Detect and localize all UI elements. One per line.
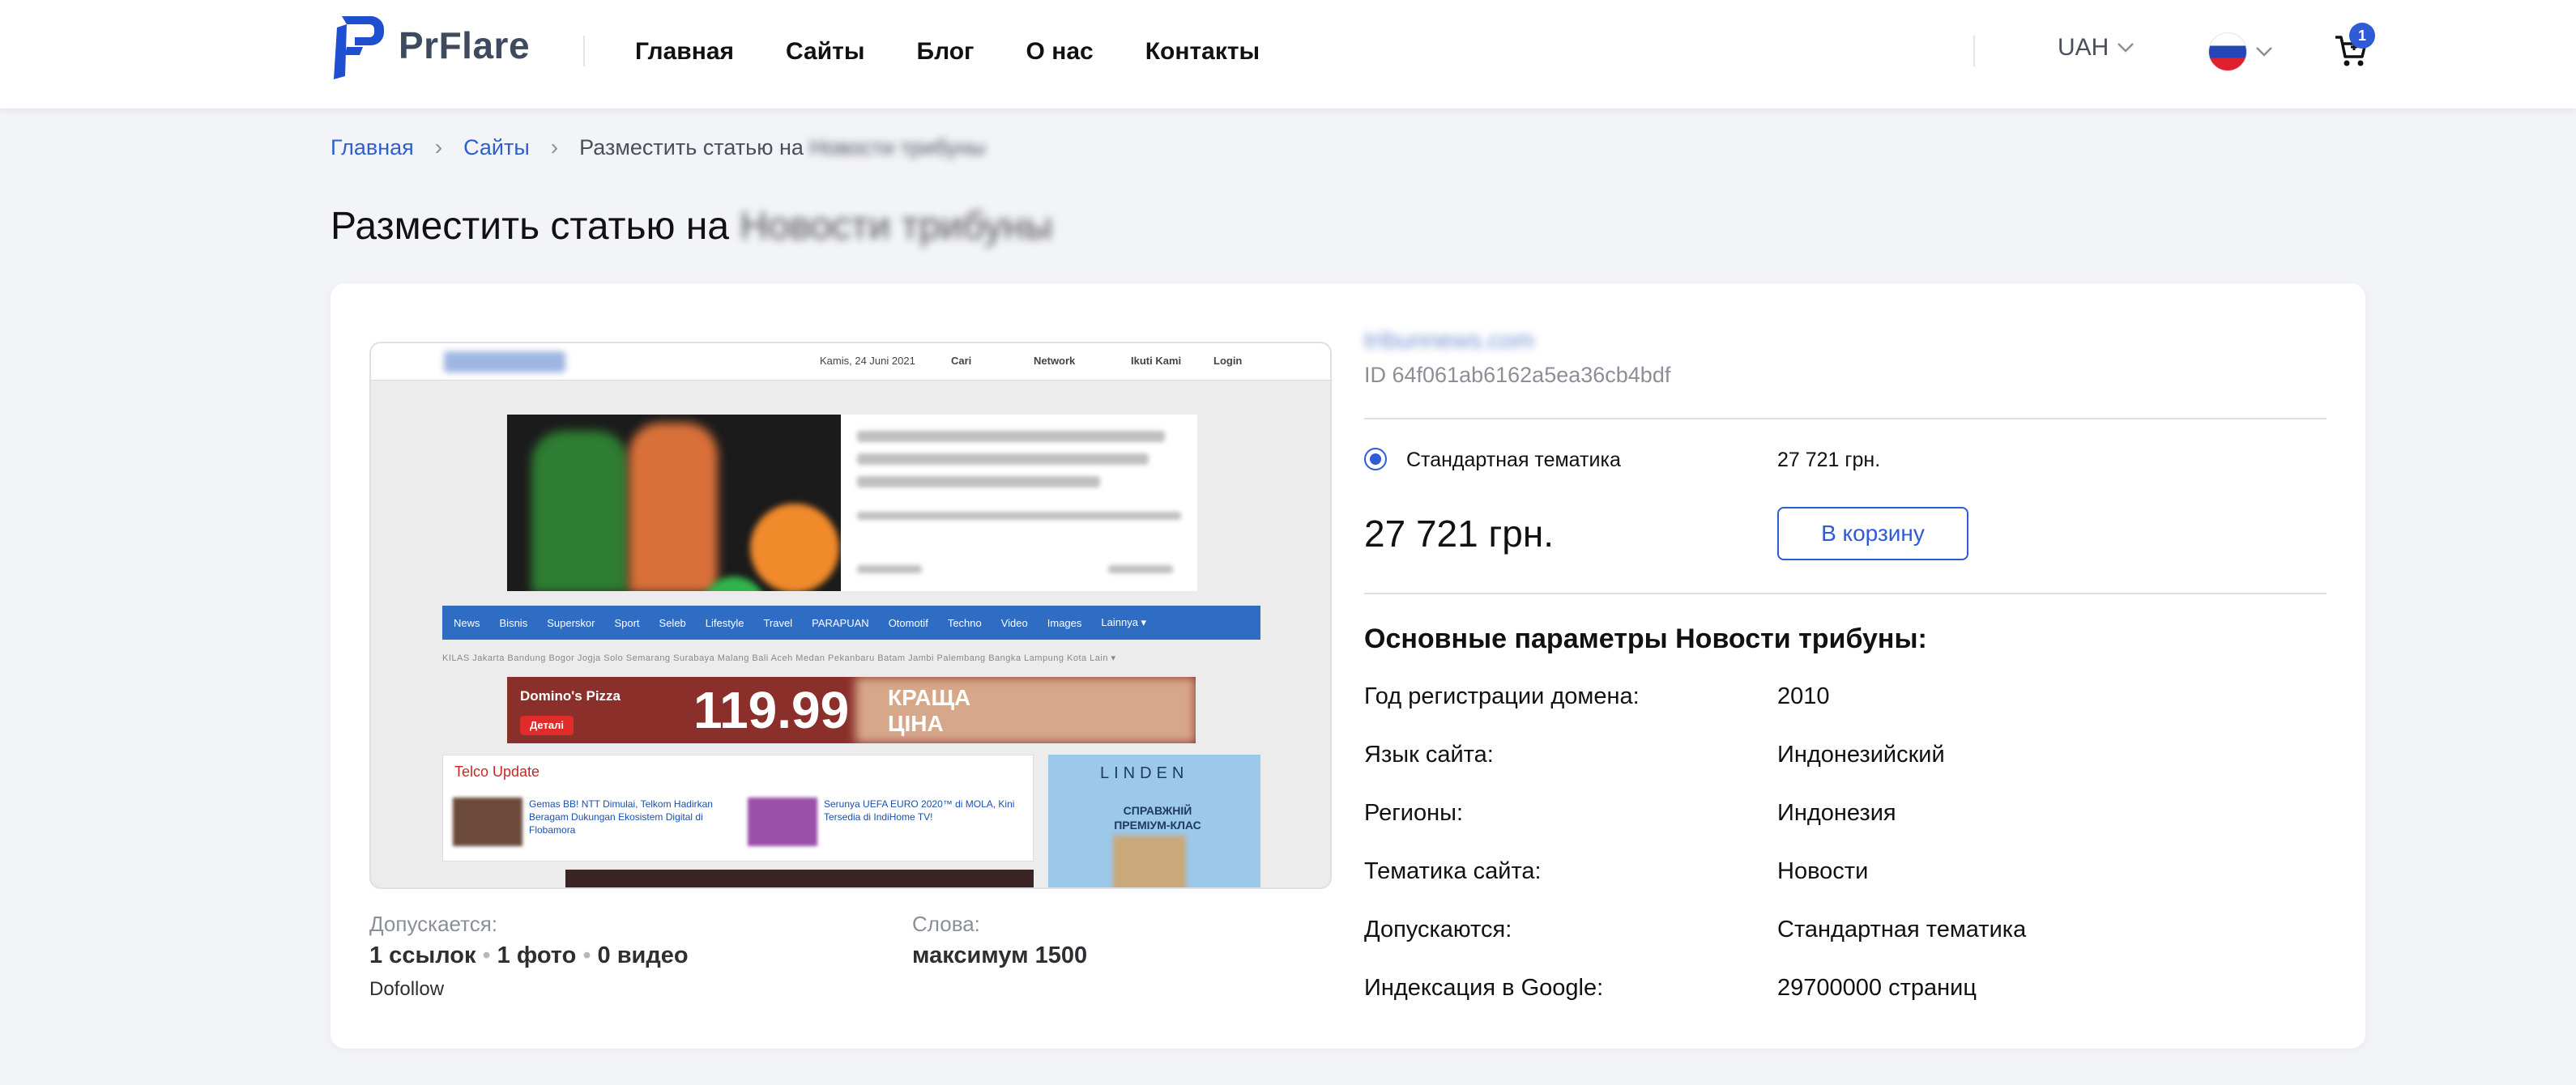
preview-link-network: Network bbox=[1034, 355, 1076, 367]
chevron-down-icon bbox=[2118, 43, 2135, 53]
chevron-down-icon bbox=[2256, 47, 2272, 57]
nav-contacts[interactable]: Контакты bbox=[1145, 36, 1260, 68]
breadcrumb-current-prefix: Разместить статью на bbox=[579, 134, 804, 160]
logo-text: PrFlare bbox=[399, 24, 531, 66]
preview-linden-slogan: СПРАВЖНІЙ ПРЕМІУМ-КЛАС bbox=[1114, 804, 1201, 832]
preview-nav-item: Travel bbox=[763, 616, 793, 629]
preview-date: Kamis, 24 Juni 2021 bbox=[820, 355, 915, 367]
param-value: 2010 bbox=[1777, 683, 1830, 709]
topic-radio[interactable] bbox=[1364, 448, 1387, 470]
nav-home[interactable]: Главная bbox=[635, 36, 734, 68]
param-value: Стандартная тематика bbox=[1777, 917, 2027, 942]
breadcrumb-sites[interactable]: Сайты bbox=[463, 135, 530, 160]
allowed-photos: 1 фото bbox=[497, 942, 577, 968]
nav-about[interactable]: О нас bbox=[1026, 36, 1094, 68]
prflare-logo-icon bbox=[334, 16, 384, 79]
main-nav: Главная Сайты Блог О нас Контакты bbox=[635, 36, 1311, 68]
preview-nav-item: Video bbox=[1000, 616, 1028, 629]
preview-ad-text bbox=[841, 415, 1197, 591]
topic-option-price: 27 721 грн. bbox=[1777, 449, 1881, 471]
russia-flag-icon bbox=[2208, 32, 2247, 71]
param-key: Тематика сайта: bbox=[1364, 858, 1542, 884]
preview-nav-item: Lifestyle bbox=[705, 616, 744, 629]
site-screenshot: Kamis, 24 Juni 2021 Cari Network Ikuti K… bbox=[369, 342, 1332, 889]
preview-ad-slogan: КРАЩА ЦІНА bbox=[888, 685, 971, 736]
breadcrumb-current-site: Новости трибуны bbox=[809, 134, 986, 160]
param-value: Индонезийский bbox=[1777, 742, 1945, 768]
param-value: Индонезия bbox=[1777, 800, 1896, 826]
preview-subnav: KILAS Jakarta Bandung Bogor Jogja Solo S… bbox=[442, 653, 1116, 663]
breadcrumb: Главная › Сайты › Разместить статью на Н… bbox=[331, 134, 986, 160]
breadcrumb-home[interactable]: Главная bbox=[331, 135, 414, 160]
preview-nav-item: Techno bbox=[947, 616, 982, 629]
preview-telco-item: Serunya UEFA EURO 2020™ di MOLA, Kini Te… bbox=[824, 798, 1015, 823]
param-key: Язык сайта: bbox=[1364, 742, 1494, 768]
chevron-right-icon: › bbox=[550, 134, 559, 160]
preview-nav-item: Superskor bbox=[547, 616, 595, 629]
param-key: Регионы: bbox=[1364, 800, 1464, 826]
logo[interactable]: PrFlare bbox=[331, 11, 530, 79]
page-title-site: Новости трибуны bbox=[740, 205, 1053, 248]
cart-count-badge: 1 bbox=[2349, 23, 2375, 49]
param-key: Допускаются: bbox=[1364, 917, 1512, 942]
preview-bottom-image bbox=[565, 870, 1034, 887]
preview-ad-image bbox=[507, 415, 841, 591]
preview-link-follow: Ikuti Kami bbox=[1131, 355, 1182, 367]
preview-nav-item: Otomotif bbox=[888, 616, 928, 629]
nav-sites[interactable]: Сайты bbox=[786, 36, 864, 68]
preview-ad-details: Деталі bbox=[520, 716, 574, 735]
preview-nav-item: Images bbox=[1047, 616, 1082, 629]
preview-telco-item: Gemas BB! NTT Dimulai, Telkom Hadirkan B… bbox=[529, 798, 713, 836]
preview-telco-title: Telco Update bbox=[454, 764, 540, 780]
preview-pizza-ad: Domino's Pizza Деталі 119.99 КРАЩА ЦІНА bbox=[507, 677, 1196, 743]
site-card: Kamis, 24 Juni 2021 Cari Network Ikuti K… bbox=[331, 283, 2365, 1049]
preview-nav-item: Lainnya ▾ bbox=[1101, 616, 1147, 628]
preview-nav-item: PARAPUAN bbox=[812, 616, 869, 629]
allowed-videos: 0 видео bbox=[597, 942, 689, 968]
preview-nav: News Bisnis Superskor Sport Seleb Lifest… bbox=[442, 606, 1260, 640]
site-id: ID 64f061ab6162a5ea36cb4bdf bbox=[1364, 363, 1671, 387]
page-title-prefix: Разместить статью на bbox=[331, 205, 730, 248]
preview-linden-ad: LINDEN СПРАВЖНІЙ ПРЕМІУМ-КЛАС bbox=[1048, 755, 1260, 887]
divider bbox=[1364, 593, 2327, 594]
preview-nav-item: Seleb bbox=[659, 616, 686, 629]
header-divider bbox=[583, 36, 585, 66]
preview-linden-title: LINDEN bbox=[1100, 764, 1189, 782]
param-value: Новости bbox=[1777, 858, 1869, 884]
param-value: 29700000 страниц bbox=[1777, 975, 1977, 1001]
preview-logo bbox=[444, 351, 565, 372]
allowed-links: 1 ссылок bbox=[369, 942, 476, 968]
link-type: Dofollow bbox=[369, 978, 445, 1000]
currency-selector[interactable]: UAH bbox=[2058, 34, 2135, 62]
words-label: Слова: bbox=[912, 912, 980, 936]
header-divider-right bbox=[1973, 36, 1975, 66]
allowed-label: Допускается: bbox=[369, 912, 498, 936]
preview-nav-item: Bisnis bbox=[499, 616, 528, 629]
breadcrumb-current: Разместить статью на Новости трибуны bbox=[579, 135, 985, 160]
preview-nav-item: Sport bbox=[614, 616, 640, 629]
page-title: Разместить статью на Новости трибуны bbox=[331, 204, 1052, 249]
nav-blog[interactable]: Блог bbox=[917, 36, 975, 68]
allowed-values: 1 ссылок • 1 фото • 0 видео bbox=[369, 942, 689, 968]
topic-option-label: Стандартная тематика bbox=[1406, 449, 1621, 471]
preview-topbar: Kamis, 24 Juni 2021 Cari Network Ikuti K… bbox=[371, 343, 1330, 381]
chevron-right-icon: › bbox=[434, 134, 443, 160]
preview-ad-brand: Domino's Pizza bbox=[520, 688, 621, 704]
language-selector[interactable] bbox=[2208, 32, 2273, 71]
divider bbox=[1364, 418, 2327, 419]
site-domain[interactable]: tribunnews.com bbox=[1364, 327, 1534, 355]
preview-telco-block: Telco Update Gemas BB! NTT Dimulai, Telk… bbox=[442, 755, 1034, 862]
preview-nav-item: News bbox=[454, 616, 480, 629]
preview-ad-price: 119.99 bbox=[693, 681, 850, 739]
currency-value: UAH bbox=[2058, 34, 2109, 61]
words-value: максимум 1500 bbox=[912, 942, 1088, 968]
param-key: Индексация в Google: bbox=[1364, 975, 1604, 1001]
total-price: 27 721 грн. bbox=[1364, 513, 1555, 555]
params-title: Основные параметры Новости трибуны: bbox=[1364, 623, 1927, 654]
param-key: Год регистрации домена: bbox=[1364, 683, 1640, 709]
preview-link-search: Cari bbox=[951, 355, 972, 367]
add-to-cart-button[interactable]: В корзину bbox=[1777, 507, 1968, 560]
preview-link-login: Login bbox=[1213, 355, 1243, 367]
top-header: PrFlare Главная Сайты Блог О нас Контакт… bbox=[0, 0, 2576, 108]
